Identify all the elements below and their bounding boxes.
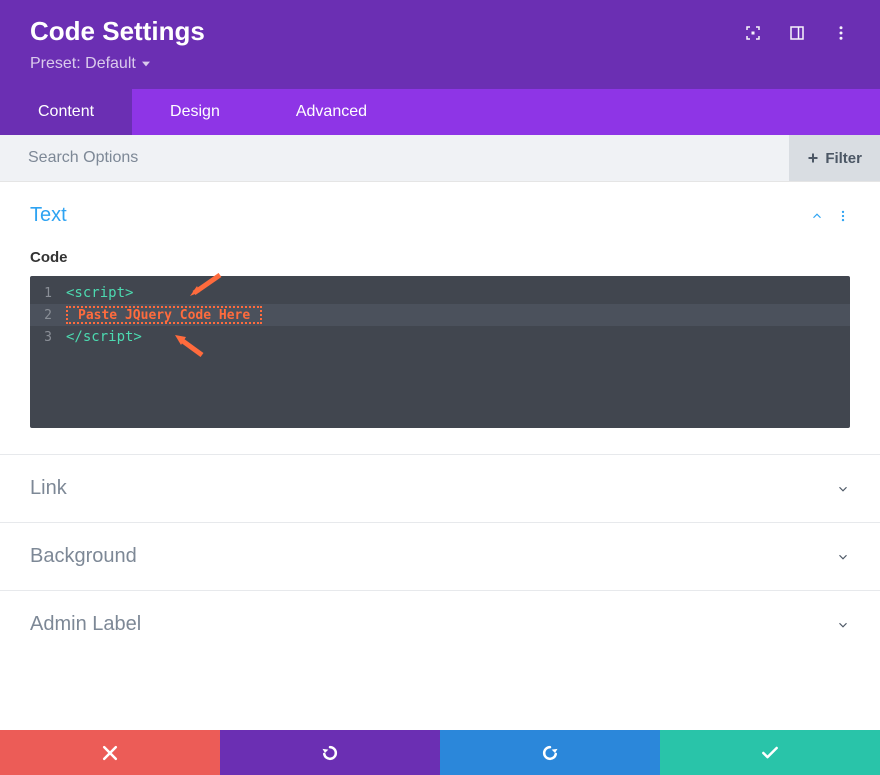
preset-label: Preset: Default: [30, 55, 136, 73]
code-field: Code 1 <script> 2 Paste JQuery Code Here…: [0, 249, 880, 454]
section-text-header[interactable]: Text: [0, 182, 880, 249]
kebab-icon[interactable]: [832, 24, 850, 42]
section-kebab-icon[interactable]: [836, 207, 850, 225]
code-line-1: 1 <script>: [30, 282, 850, 304]
chevron-down-icon: [836, 550, 850, 564]
tabs-bar: Content Design Advanced: [0, 89, 880, 135]
plus-icon: [807, 152, 819, 164]
tab-advanced[interactable]: Advanced: [258, 89, 405, 135]
tab-design[interactable]: Design: [132, 89, 258, 135]
annotation-paste-here: Paste JQuery Code Here: [66, 306, 262, 324]
section-background-title: Background: [30, 545, 137, 568]
code-line-2: 2 Paste JQuery Code Here: [30, 304, 850, 326]
search-row: Filter: [0, 135, 880, 182]
line-number: 2: [30, 308, 60, 323]
code-label: Code: [30, 249, 850, 266]
header-actions: [744, 24, 850, 42]
line-number: 3: [30, 330, 60, 345]
search-input[interactable]: [0, 135, 789, 181]
undo-icon: [320, 743, 340, 763]
line-number: 1: [30, 286, 60, 301]
section-text: Text Code 1 <script> 2 Paste JQuery Code…: [0, 182, 880, 455]
panel-icon[interactable]: [788, 24, 806, 42]
caret-down-icon: [142, 60, 150, 68]
undo-button[interactable]: [220, 730, 440, 775]
filter-label: Filter: [825, 150, 862, 167]
section-admin-label-header[interactable]: Admin Label: [0, 591, 880, 658]
frame-icon[interactable]: [744, 24, 762, 42]
filter-button[interactable]: Filter: [789, 135, 880, 181]
section-background-header[interactable]: Background: [0, 523, 880, 590]
modal-title: Code Settings: [30, 16, 205, 47]
section-link-header[interactable]: Link: [0, 455, 880, 522]
save-button[interactable]: [660, 730, 880, 775]
code-text: </script>: [66, 329, 142, 345]
section-link: Link: [0, 455, 880, 523]
redo-icon: [540, 743, 560, 763]
redo-button[interactable]: [440, 730, 660, 775]
section-link-title: Link: [30, 477, 67, 500]
tab-content[interactable]: Content: [0, 89, 132, 135]
chevron-down-icon: [836, 482, 850, 496]
section-text-title: Text: [30, 204, 67, 227]
chevron-up-icon: [810, 209, 824, 223]
modal-footer: [0, 730, 880, 775]
code-text: <script>: [66, 285, 133, 301]
preset-dropdown[interactable]: Preset: Default: [0, 55, 180, 89]
modal-header: Code Settings Preset: Default: [0, 0, 880, 89]
code-line-3: 3 </script>: [30, 326, 850, 348]
chevron-down-icon: [836, 618, 850, 632]
check-icon: [760, 743, 780, 763]
close-icon: [100, 743, 120, 763]
code-editor[interactable]: 1 <script> 2 Paste JQuery Code Here 3 </…: [30, 276, 850, 428]
close-button[interactable]: [0, 730, 220, 775]
section-admin-label-title: Admin Label: [30, 613, 141, 636]
section-admin-label: Admin Label: [0, 591, 880, 658]
section-background: Background: [0, 523, 880, 591]
